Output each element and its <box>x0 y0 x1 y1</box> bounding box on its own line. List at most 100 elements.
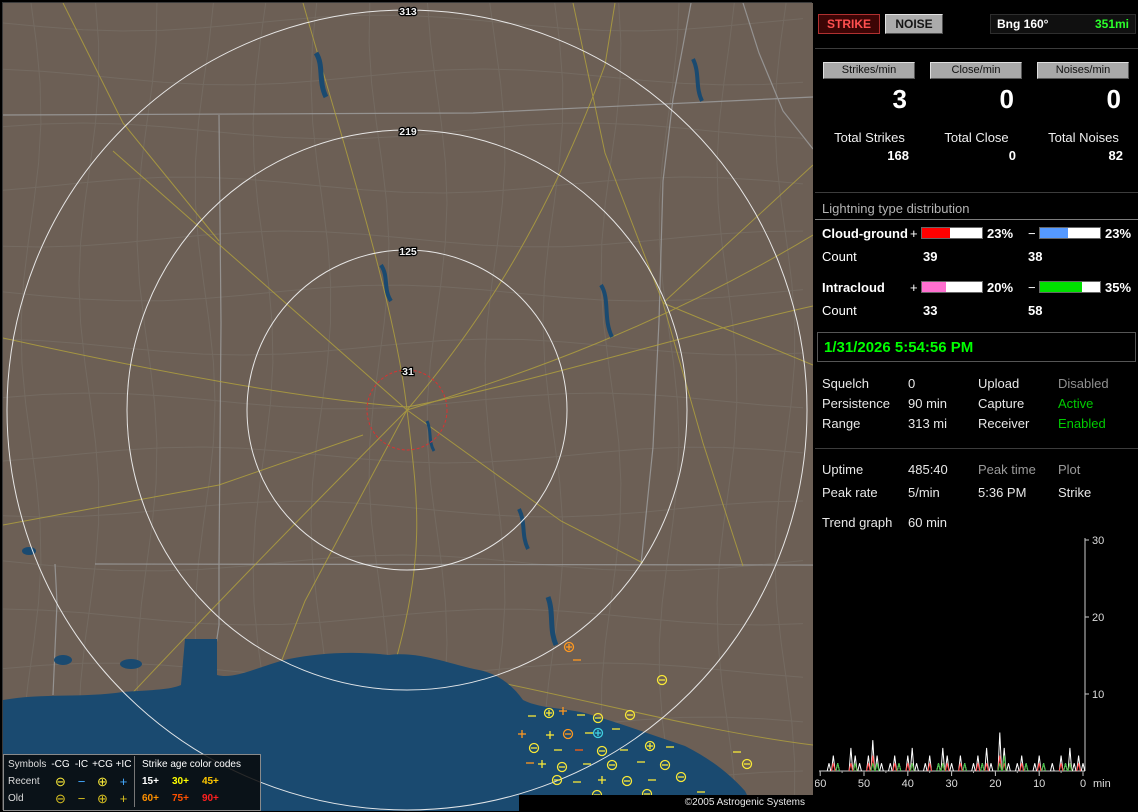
noises-per-min-button[interactable]: Noises/min <box>1037 62 1129 79</box>
settings-row: Range 313 mi Receiver Enabled <box>815 416 1138 434</box>
age-code: 15+ <box>142 776 159 787</box>
status-panel: STRIKE NOISE Bng 160° 351mi Strikes/min … <box>815 0 1138 812</box>
cloud-ground-label: Cloud-ground <box>822 226 908 241</box>
legend-col-cg-pos: +CG <box>92 759 113 770</box>
capture-status: Active <box>1058 396 1094 411</box>
ic-positive-percent: 20% <box>987 280 1014 295</box>
trend-window-value: 60 min <box>908 515 948 530</box>
divider <box>815 448 1138 449</box>
x-unit-label: min <box>1093 778 1111 790</box>
bearing-distance: 351mi <box>1094 17 1129 31</box>
plot-label: Plot <box>1058 462 1081 477</box>
strike-symbol-icon: + <box>119 774 128 789</box>
strike-toggle-button[interactable]: STRIKE <box>818 14 880 34</box>
age-codes: 60+ 75+ 90+ <box>134 790 260 807</box>
strike-symbol-icon: ⊖ <box>55 791 66 806</box>
cg-negative-bar <box>1039 227 1101 239</box>
noise-toggle-button[interactable]: NOISE <box>885 14 943 34</box>
stormvue-window: 313 219 125 31 Symbols -CG -IC +CG +IC Stri… <box>0 0 1138 812</box>
age-code: 75+ <box>171 793 189 804</box>
datetime-box: 1/31/2026 5:54:56 PM <box>817 332 1136 362</box>
upload-status: Disabled <box>1058 376 1109 391</box>
copyright: ©2005 Astrogenic Systems <box>519 795 813 811</box>
legend-rows: Recent ⊖ − ⊕ +15+ 30+ 45+ Old ⊖ − ⊕ +60+ 75+ 90+ <box>4 773 260 807</box>
intracloud-count-row: Count 33 58 <box>815 303 1138 321</box>
squelch-label: Squelch <box>822 376 869 391</box>
legend-age-header: Strike age color codes <box>134 756 260 773</box>
range-ring-label: 125 <box>399 246 417 258</box>
trend-series-Total <box>826 732 1086 772</box>
legend-row: Recent ⊖ − ⊕ +15+ 30+ 45+ <box>4 773 260 790</box>
age-codes: 15+ 30+ 45+ <box>134 773 260 790</box>
strike-symbol-icon: ⊖ <box>55 774 66 789</box>
x-tick-label: 10 <box>1033 778 1045 790</box>
distribution-title: Lightning type distribution <box>822 201 970 216</box>
intracloud-label: Intracloud <box>822 280 885 295</box>
trend-chart: 10 20 30 60 50 40 30 20 10 0 min <box>815 535 1111 790</box>
cg-positive-fill <box>922 228 950 238</box>
cg-positive-percent: 23% <box>987 226 1014 241</box>
y-tick-label: 10 <box>1092 689 1104 701</box>
divider <box>815 48 1138 49</box>
plot-type-value: Strike <box>1058 485 1092 500</box>
range-label: Range <box>822 416 861 431</box>
count-label: Count <box>822 249 857 264</box>
settings-row: Persistence 90 min Capture Active <box>815 396 1138 414</box>
stats-row: Peak rate 5/min 5:36 PM Strike <box>815 485 1138 503</box>
strike-symbol-icon: − <box>77 774 86 789</box>
range-ring-label: 219 <box>399 126 417 138</box>
intracloud-row: Intracloud + 20% − 35% <box>815 280 1138 298</box>
ic-positive-fill <box>922 282 946 292</box>
strikes-per-min-button[interactable]: Strikes/min <box>823 62 915 79</box>
x-tick-label: 60 <box>815 778 826 790</box>
cg-positive-bar <box>921 227 983 239</box>
close-per-min-button[interactable]: Close/min <box>930 62 1022 79</box>
y-tick-label: 30 <box>1092 535 1104 547</box>
peak-rate-value: 5/min <box>908 485 940 500</box>
x-tick-label: 30 <box>945 778 957 790</box>
close-per-min-value: 0 <box>999 84 1014 114</box>
stats-row: Uptime 485:40 Peak time Plot <box>815 462 1138 480</box>
peak-rate-label: Peak rate <box>822 485 878 500</box>
legend-col-ic-pos: +IC <box>115 759 132 770</box>
range-ring-label: 313 <box>399 6 417 18</box>
divider <box>815 219 1138 220</box>
total-strikes-value: 168 <box>887 148 909 163</box>
age-code: 60+ <box>142 793 159 804</box>
map-legend: Symbols -CG -IC +CG +IC Strike age color… <box>3 754 261 811</box>
lightning-map[interactable]: 313 219 125 31 Symbols -CG -IC +CG +IC Stri… <box>2 2 813 811</box>
legend-header: Symbols -CG -IC +CG +IC Strike age color… <box>4 756 260 773</box>
x-tick-label: 50 <box>858 778 870 790</box>
strike-symbol-icon: + <box>119 791 128 806</box>
ic-negative-percent: 35% <box>1105 280 1132 295</box>
cloud-ground-count-row: Count 39 38 <box>815 249 1138 267</box>
strike-symbol-icon: ⊕ <box>97 774 108 789</box>
strike-symbol-icon: ⊕ <box>97 791 108 806</box>
receiver-label: Receiver <box>978 416 1030 431</box>
y-tick-label: 20 <box>1092 612 1104 624</box>
cg-positive-count: 39 <box>923 249 938 264</box>
legend-row: Old ⊖ − ⊕ +60+ 75+ 90+ <box>4 790 260 807</box>
total-strikes-label: Total Strikes <box>834 130 905 145</box>
legend-col-ic-neg: -IC <box>74 759 89 770</box>
noises-per-min-value: 0 <box>1106 84 1121 114</box>
ic-negative-fill <box>1040 282 1082 292</box>
plus-sign: + <box>910 280 918 295</box>
minus-sign: − <box>1028 226 1036 241</box>
receiver-status: Enabled <box>1058 416 1106 431</box>
persistence-value: 90 min <box>908 396 948 411</box>
total-noises-value: 82 <box>1108 148 1123 163</box>
cg-negative-count: 38 <box>1028 249 1043 264</box>
trend-graph-label: Trend graph <box>822 515 893 530</box>
total-close-label: Total Close <box>944 130 1009 145</box>
upload-label: Upload <box>978 376 1020 391</box>
age-code: 90+ <box>201 793 219 804</box>
range-ring-label: 31 <box>402 366 414 378</box>
cg-negative-fill <box>1040 228 1068 238</box>
age-code: 45+ <box>201 776 219 787</box>
uptime-value: 485:40 <box>908 462 948 477</box>
persistence-label: Persistence <box>822 396 890 411</box>
strikes-per-min-value: 3 <box>892 84 907 114</box>
uptime-label: Uptime <box>822 462 864 477</box>
squelch-value: 0 <box>908 376 916 391</box>
